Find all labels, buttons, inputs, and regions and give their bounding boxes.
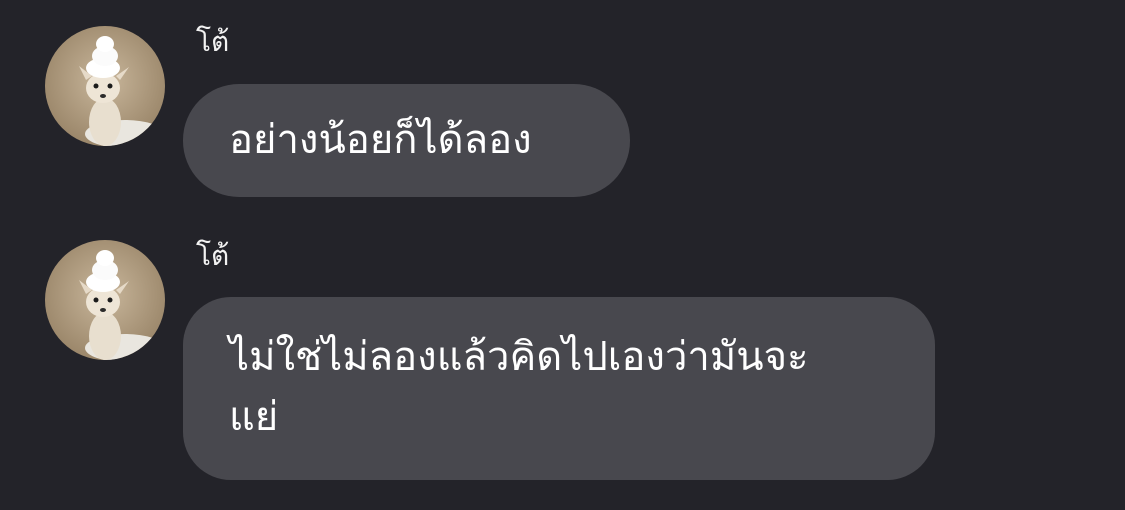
message-group: โต้ ไม่ใช่ไม่ลองแล้วคิดไปเองว่ามันจะ แย่ bbox=[0, 0, 1125, 510]
sender-name: โต้ bbox=[196, 239, 230, 272]
message-text: ไม่ใช่ไม่ลองแล้วคิดไปเองว่ามันจะ แย่ bbox=[229, 334, 809, 440]
message-bubble[interactable]: ไม่ใช่ไม่ลองแล้วคิดไปเองว่ามันจะ แย่ bbox=[183, 297, 935, 480]
avatar[interactable] bbox=[45, 240, 165, 360]
chat-thread: โต้ อย่างน้อยก็ได้ลอง โต้ ไม่ใช่ไม่ลองแล… bbox=[0, 0, 1125, 510]
chihuahua-avatar-icon bbox=[45, 240, 165, 360]
